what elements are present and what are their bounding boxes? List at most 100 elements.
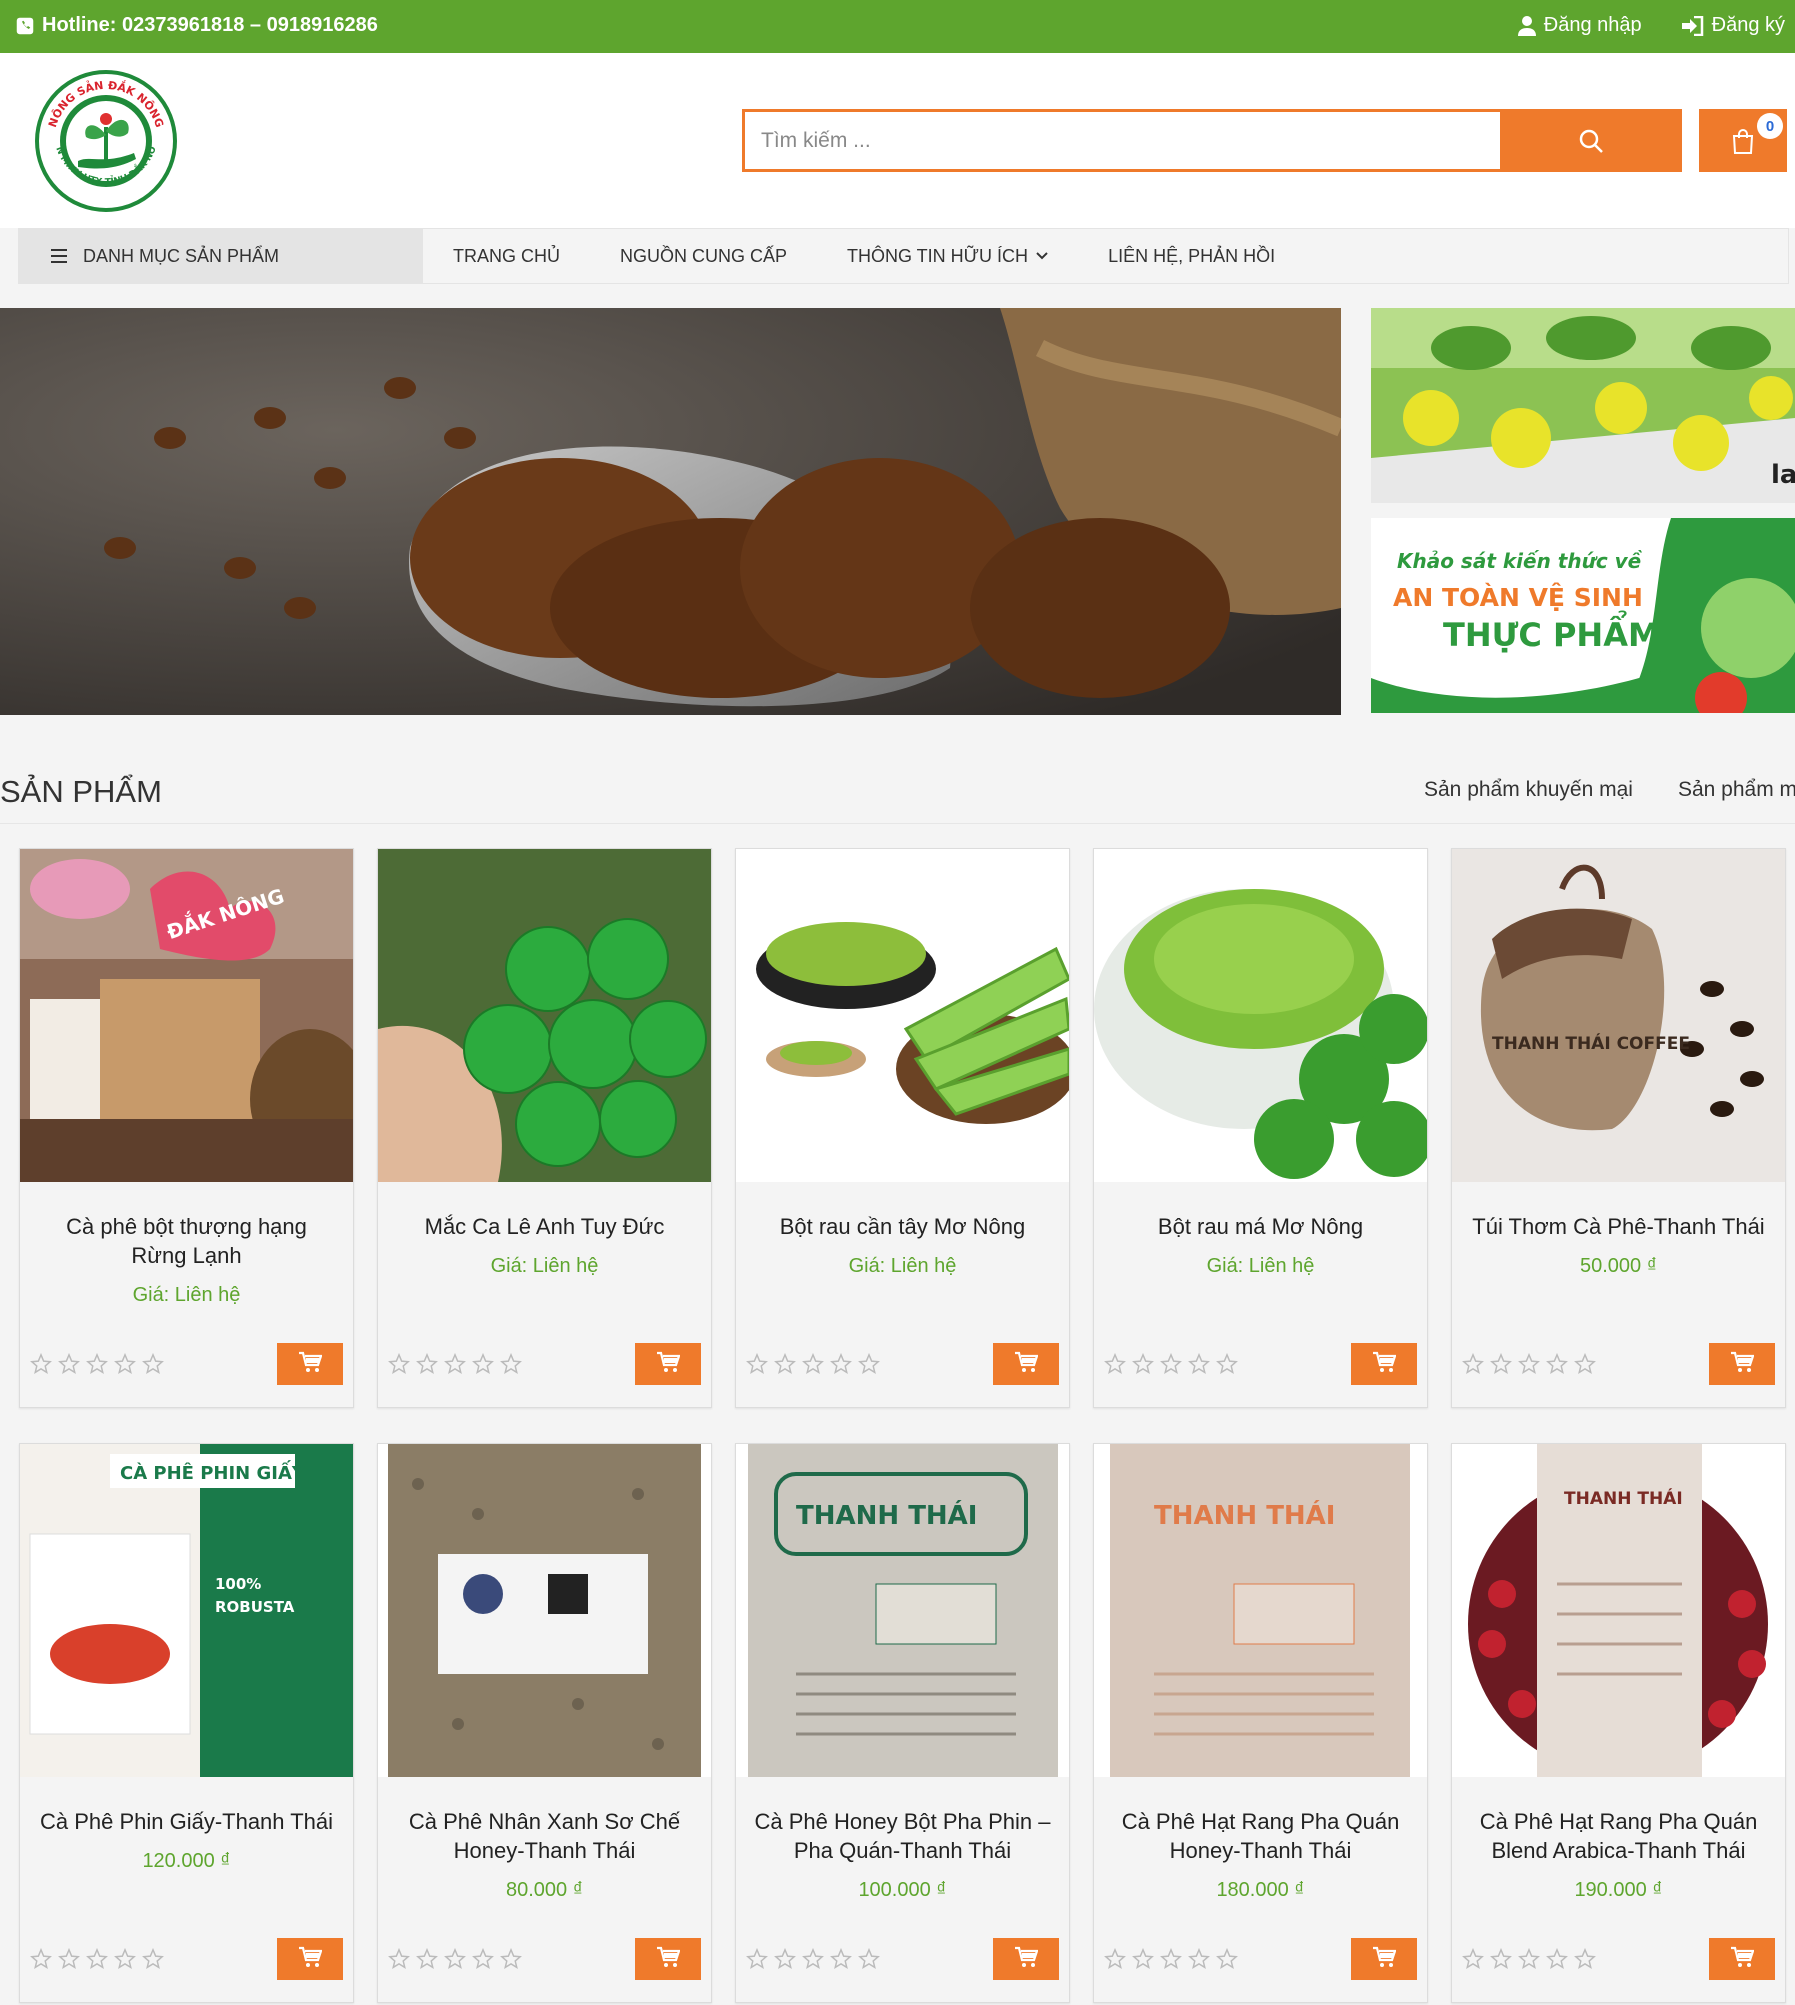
product-actions [1462,1343,1775,1385]
site-header: NÔNG SẢN ĐẮK NÔNG LIÊN MINH HTX TỈNH ĐẮK… [0,53,1795,228]
product-rating [746,1352,880,1380]
category-menu-button[interactable]: DANH MỤC SẢN PHẨM [19,229,423,283]
star-icon [58,1947,80,1975]
nav-item-useful-info[interactable]: THÔNG TIN HỮU ÍCH [847,246,1048,267]
star-icon [416,1947,438,1975]
product-price: Giá: Liên hệ [848,1255,957,1277]
product-price: 100.000 ₫ [858,1879,947,1901]
cart-icon [656,1946,681,1973]
product-image[interactable]: THANH THÁI [1094,1444,1427,1777]
search-button[interactable] [1500,109,1682,172]
product-image[interactable]: THANH THÁI [1452,1444,1785,1777]
product-actions [30,1343,343,1385]
add-to-cart-button[interactable] [993,1343,1059,1385]
login-label: Đăng nhập [1543,14,1642,36]
nav-item-suppliers[interactable]: NGUỒN CUNG CẤP [620,246,787,267]
product-actions [1462,1938,1775,1980]
product-name[interactable]: Mắc Ca Lê Anh Tuy Đức [378,1212,711,1241]
nav-item-useful-info-label: THÔNG TIN HỮU ÍCH [847,245,1029,266]
cart-icon [298,1946,323,1973]
product-card[interactable]: Mắc Ca Lê Anh Tuy Đức Giá: Liên hệ [377,848,712,1408]
product-name[interactable]: Túi Thơm Cà Phê-Thanh Thái [1452,1212,1785,1241]
product-card[interactable]: Bột rau má Mơ Nông Giá: Liên hệ [1093,848,1428,1408]
add-to-cart-button[interactable] [277,1343,343,1385]
product-image[interactable] [378,1444,711,1777]
cart-button[interactable]: 0 [1699,109,1787,172]
star-icon [1546,1947,1568,1975]
product-image[interactable]: THANH THÁI [736,1444,1069,1777]
product-name[interactable]: Cà Phê Honey Bột Pha Phin – Pha Quán-Tha… [736,1807,1069,1865]
add-to-cart-button[interactable] [1709,1938,1775,1980]
product-card[interactable]: THANH THÁI Cà Phê Honey Bột Pha Phin – Ph… [735,1443,1070,2003]
star-icon [774,1352,796,1380]
product-rating [388,1947,522,1975]
product-card[interactable]: Cà Phê Nhân Xanh Sơ Chế Honey-Thanh Thái… [377,1443,712,2003]
search-input[interactable] [742,109,1500,172]
add-to-cart-button[interactable] [993,1938,1059,1980]
product-image[interactable] [736,849,1069,1182]
login-link[interactable]: Đăng nhập [1517,14,1642,37]
add-to-cart-button[interactable] [1709,1343,1775,1385]
cart-count-badge: 0 [1757,113,1783,139]
nav-item-home[interactable]: TRANG CHỦ [453,246,560,267]
star-icon [1490,1947,1512,1975]
product-actions [388,1938,701,1980]
phone-icon [16,17,34,34]
product-rating [1462,1947,1596,1975]
tab-promotions[interactable]: Sản phẩm khuyến mại [1424,778,1633,802]
add-to-cart-button[interactable] [635,1938,701,1980]
product-card[interactable]: Bột rau cần tây Mơ Nông Giá: Liên hệ [735,848,1070,1408]
star-icon [30,1352,52,1380]
product-price: Giá: Liên hệ [132,1284,241,1306]
product-name[interactable]: Cà Phê Phin Giấy-Thanh Thái [20,1807,353,1836]
banner-food-safety-survey[interactable]: Khảo sát kiến thức về AN TOÀN VỆ SINH TH… [1371,518,1795,713]
register-label: Đăng ký [1711,14,1785,36]
star-icon [1104,1947,1126,1975]
star-icon [114,1352,136,1380]
product-name[interactable]: Bột rau má Mơ Nông [1094,1212,1427,1241]
product-name[interactable]: Bột rau cần tây Mơ Nông [736,1212,1069,1241]
product-image[interactable] [1094,849,1427,1182]
register-link[interactable]: Đăng ký [1681,14,1785,37]
product-image[interactable]: CÀ PHÊ PHIN GIẤY 100% ROBUSTA [20,1444,353,1777]
star-icon [472,1352,494,1380]
product-image[interactable]: THANH THÁI COFFEE [1452,849,1785,1182]
product-name[interactable]: Cà phê bột thượng hạng Rừng Lạnh [20,1212,353,1270]
product-actions [1104,1938,1417,1980]
product-card[interactable]: ĐẮK NÔNG Cà phê bột thượng hạng Rừng Lạnh… [19,848,354,1408]
add-to-cart-button[interactable] [277,1938,343,1980]
star-icon [58,1352,80,1380]
main-nav: DANH MỤC SẢN PHẨM TRANG CHỦ NGUỒN CUNG C… [18,228,1789,284]
product-card[interactable]: THANH THÁI COFFEE Túi Thơm Cà Phê-Thanh T… [1451,848,1786,1408]
product-price: Giá: Liên hệ [490,1255,599,1277]
product-rating [30,1352,164,1380]
product-card[interactable]: CÀ PHÊ PHIN GIẤY 100% ROBUSTA Cà Phê Phin G… [19,1443,354,2003]
product-actions [746,1938,1059,1980]
star-icon [444,1352,466,1380]
hotline[interactable]: Hotline: 02373961818 – 0918916286 [16,14,378,37]
search-form [742,109,1682,172]
star-icon [858,1352,880,1380]
product-name[interactable]: Cà Phê Hạt Rang Pha Quán Honey-Thanh Thá… [1094,1807,1427,1865]
add-to-cart-button[interactable] [635,1343,701,1385]
star-icon [802,1947,824,1975]
nav-item-contact[interactable]: LIÊN HỆ, PHẢN HỒI [1108,246,1275,267]
product-card[interactable]: THANH THÁI Cà Phê Hạt Rang Pha Quán Honey… [1093,1443,1428,2003]
star-icon [1188,1352,1210,1380]
product-image[interactable]: ĐẮK NÔNG [20,849,353,1182]
star-icon [86,1352,108,1380]
site-logo[interactable]: NÔNG SẢN ĐẮK NÔNG LIÊN MINH HTX TỈNH ĐẮK… [30,60,178,213]
product-name[interactable]: Cà Phê Nhân Xanh Sơ Chế Honey-Thanh Thái [378,1807,711,1865]
banner-side2-line1: Khảo sát kiến thức về [1397,549,1643,573]
star-icon [114,1947,136,1975]
banner-melon-farm[interactable]: las [1371,308,1795,503]
tab-new-products[interactable]: Sản phẩm mới [1678,778,1795,802]
product-name[interactable]: Cà Phê Hạt Rang Pha Quán Blend Arabica-T… [1452,1807,1785,1865]
product-image[interactable] [378,849,711,1182]
section-divider [0,823,1795,824]
banner-coffee-beans[interactable] [0,308,1341,715]
product-card[interactable]: THANH THÁI Cà Phê Hạt Rang Pha Quán Blend… [1451,1443,1786,2003]
add-to-cart-button[interactable] [1351,1938,1417,1980]
star-icon [30,1947,52,1975]
add-to-cart-button[interactable] [1351,1343,1417,1385]
